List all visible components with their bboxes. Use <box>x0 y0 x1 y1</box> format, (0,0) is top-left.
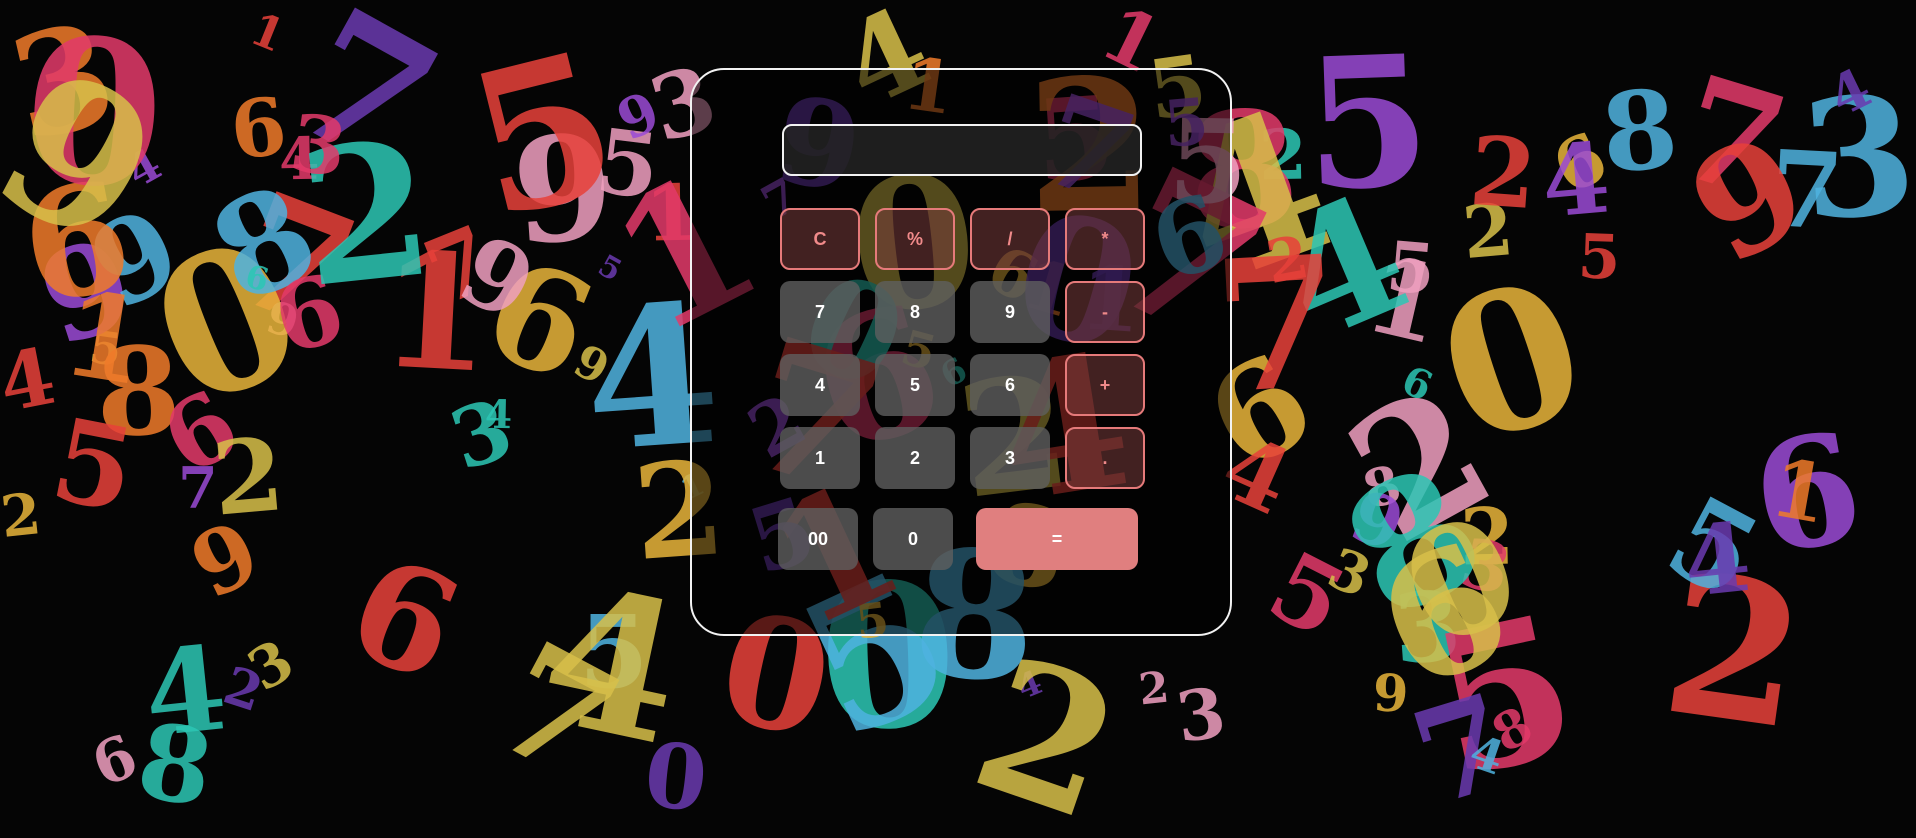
calculator-panel: C % / * 7 8 9 - 4 5 6 + 1 2 3 . 00 0 = <box>690 68 1232 636</box>
plus-button[interactable]: + <box>1065 354 1145 416</box>
percent-button[interactable]: % <box>875 208 955 270</box>
background-digit: 6 <box>225 78 292 179</box>
zero-button[interactable]: 0 <box>873 508 953 570</box>
double-zero-button[interactable]: 00 <box>778 508 858 570</box>
divide-button[interactable]: / <box>970 208 1050 270</box>
background-digit: 4 <box>1678 501 1756 620</box>
background-digit: 2 <box>0 480 45 551</box>
background-digit: 2 <box>1136 662 1172 716</box>
background-digit: 2 <box>1466 115 1540 232</box>
background-digit: 3 <box>1171 672 1231 759</box>
background-digit: 5 <box>1576 221 1622 294</box>
background-digit: 6 <box>327 524 481 715</box>
two-button[interactable]: 2 <box>875 427 955 489</box>
background-digit: 1 <box>243 2 293 63</box>
background-digit: 4 <box>484 391 513 439</box>
seven-button[interactable]: 7 <box>780 281 860 343</box>
three-button[interactable]: 3 <box>970 427 1050 489</box>
four-button[interactable]: 4 <box>780 354 860 416</box>
dot-button[interactable]: . <box>1065 427 1145 489</box>
eight-button[interactable]: 8 <box>875 281 955 343</box>
six-button[interactable]: 6 <box>970 354 1050 416</box>
background-digit: 8 <box>129 698 221 831</box>
one-button[interactable]: 1 <box>780 427 860 489</box>
equals-button[interactable]: = <box>976 508 1138 570</box>
minus-button[interactable]: - <box>1065 281 1145 343</box>
nine-button[interactable]: 9 <box>970 281 1050 343</box>
calculator-display[interactable] <box>782 124 1142 176</box>
background-digit: 2 <box>207 414 289 539</box>
background-digit: 3 <box>284 95 353 196</box>
multiply-button[interactable]: * <box>1065 208 1145 270</box>
five-button[interactable]: 5 <box>875 354 955 416</box>
clear-button[interactable]: C <box>780 208 860 270</box>
background-digit: 5 <box>449 6 638 265</box>
background-digit: 4 <box>0 330 63 431</box>
